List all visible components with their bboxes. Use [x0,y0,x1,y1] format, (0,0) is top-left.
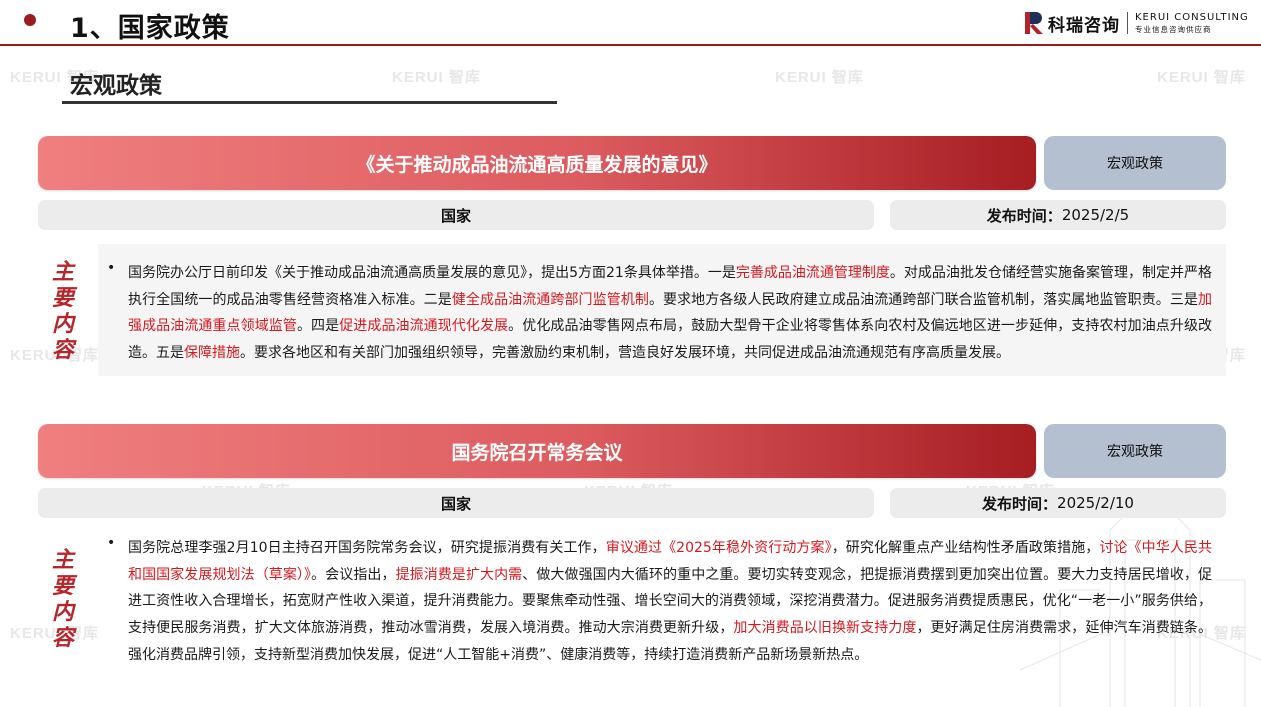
date-value: 2025/2/5 [1061,206,1130,224]
policy-body-text: 国务院办公厅日前印发《关于推动成品油流通高质量发展的意见》，提出5方面21条具体… [128,260,1212,367]
watermark: KERUI 智库 [1157,69,1246,86]
side-label-char: 要 [51,286,74,311]
side-label-char: 主 [51,548,74,573]
logo-en-text: KERUI CONSULTING [1135,11,1249,23]
logo-en-block: KERUI CONSULTING 专业信息咨询供应商 [1135,11,1249,34]
watermark: KERUI 智库 [775,69,864,86]
body-text-segment: 。会议指出， [311,566,396,583]
watermark: KERUI 智库 [392,69,481,86]
side-label-char: 要 [51,574,74,599]
page-title: 1、国家政策 [70,13,230,44]
highlighted-text: 健全成品油流通跨部门监管机制 [451,291,649,308]
highlighted-text: 完善成品油流通管理制度 [735,265,890,281]
side-label-char: 容 [51,338,74,363]
side-label-char: 内 [51,600,74,625]
policy-scope: 国家 [38,488,874,518]
body-text-segment: 。四是 [296,318,340,335]
section-underline [62,101,557,104]
policy-body-text: 国务院总理李强2月10日主持召开国务院常务会议，研究提振消费有关工作，审议通过《… [128,535,1212,669]
body-text-segment: 。要求地方各级人民政府建立成品油流通跨部门联合监管机制，落实属地监管职责。三是 [648,291,1199,308]
side-label-char: 内 [51,312,74,337]
section-title: 宏观政策 [70,73,162,99]
side-label-char: 容 [51,626,74,651]
highlighted-text: 保障措施 [184,345,240,362]
body-text-segment: 国务院办公厅日前印发《关于推动成品油流通高质量发展的意见》，提出5方面21条具体… [128,265,736,281]
bullet-icon: • [107,260,116,276]
body-text-segment: 国务院总理李强2月10日主持召开国务院常务会议，研究提振消费有关工作， [128,540,606,556]
body-text-segment: ，研究化解重点产业结构性矛盾政策措施， [831,540,1100,556]
highlighted-text: 促进成品油流通现代化发展 [339,318,509,335]
highlighted-text: 审议通过《2025年稳外资行动方案》 [605,540,832,556]
policy-date: 发布时间： 2025/2/10 [890,488,1226,518]
highlighted-text: 提振消费是扩大内需 [395,566,523,583]
policy-category-tag: 宏观政策 [1044,424,1226,478]
highlighted-text: 加大消费品以旧换新支持力度 [733,620,917,637]
policy-date: 发布时间： 2025/2/5 [890,200,1226,230]
bullet-icon: • [107,535,116,551]
date-value: 2025/2/10 [1057,494,1134,512]
date-label: 发布时间： [986,206,1062,225]
policy-title-bar: 《关于推动成品油流通高质量发展的意见》 [38,136,1036,190]
main-content-label: 主 要 内 容 [48,548,78,652]
policy-category-tag: 宏观政策 [1044,136,1226,190]
logo-cn-text: 科瑞咨询 [1048,15,1120,36]
logo-separator [1127,12,1128,34]
policy-title-bar: 国务院召开常务会议 [38,424,1036,478]
header-divider [0,44,1261,46]
side-label-char: 主 [51,260,74,285]
logo-tagline: 专业信息咨询供应商 [1135,24,1212,34]
header-dot [24,14,36,26]
date-label: 发布时间： [982,494,1058,513]
kerui-logo: 科瑞咨询 KERUI CONSULTING 专业信息咨询供应商 [1024,9,1249,37]
logo-mark-icon [1024,11,1044,35]
policy-scope: 国家 [38,200,874,230]
body-text-segment: 。要求各地区和有关部门加强组织领导，完善激励约束机制，营造良好发展环境，共同促进… [240,345,1010,362]
main-content-label: 主 要 内 容 [48,260,78,364]
